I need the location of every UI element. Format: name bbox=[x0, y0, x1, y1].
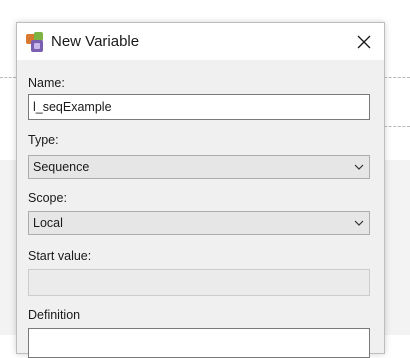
name-input[interactable]: l_seqExample bbox=[28, 94, 370, 120]
close-icon bbox=[357, 35, 371, 48]
definition-label: Definition bbox=[28, 308, 81, 322]
close-button[interactable] bbox=[344, 23, 384, 60]
dialog-titlebar[interactable]: New Variable bbox=[17, 23, 384, 61]
chevron-down-icon bbox=[354, 164, 364, 170]
scope-select[interactable]: Local bbox=[28, 211, 370, 235]
definition-input[interactable] bbox=[28, 328, 370, 358]
background-divider bbox=[384, 126, 410, 127]
new-variable-dialog: New Variable Name: l_seqExample Type: Se… bbox=[16, 22, 385, 358]
dialog-title: New Variable bbox=[51, 33, 140, 50]
background-divider bbox=[384, 77, 410, 78]
scope-label: Scope: bbox=[28, 191, 67, 205]
type-select[interactable]: Sequence bbox=[28, 155, 370, 179]
start-value-label: Start value: bbox=[28, 249, 92, 263]
start-value-input bbox=[28, 269, 370, 296]
name-label: Name: bbox=[28, 76, 65, 90]
type-select-value: Sequence bbox=[33, 160, 90, 174]
type-label: Type: bbox=[28, 133, 59, 147]
scope-select-value: Local bbox=[33, 216, 63, 230]
variable-app-icon bbox=[25, 31, 47, 53]
chevron-down-icon bbox=[354, 220, 364, 226]
background-divider bbox=[0, 77, 16, 78]
